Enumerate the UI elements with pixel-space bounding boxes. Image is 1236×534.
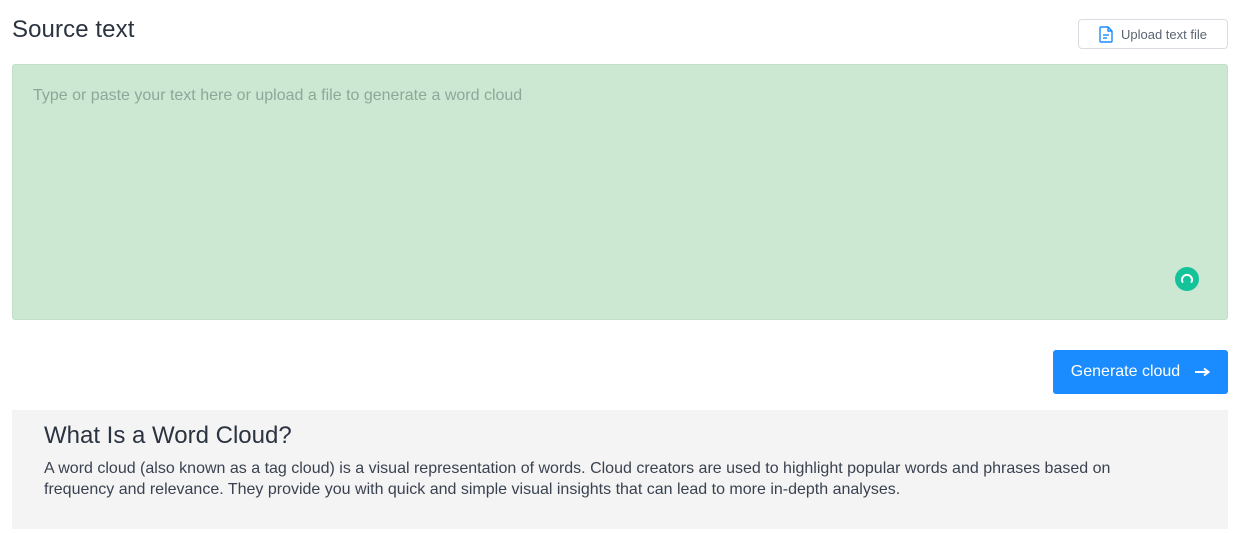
arrow-right-icon [1194,365,1211,380]
source-header: Source text Upload text file [12,14,1228,50]
document-icon [1099,25,1113,43]
info-body: A word cloud (also known as a tag cloud)… [44,460,1111,498]
word-cloud-info-panel: What Is a Word Cloud? A word cloud (also… [12,410,1228,529]
generate-label: Generate cloud [1070,363,1181,380]
upload-label: Upload text file [1121,26,1207,42]
info-title: What Is a Word Cloud? [44,422,292,449]
grammar-assistant-icon[interactable] [1175,267,1199,291]
source-text-input[interactable] [13,65,1227,319]
generate-cloud-button[interactable]: Generate cloud [1053,350,1228,394]
source-text-container [12,64,1228,320]
upload-text-file-button[interactable]: Upload text file [1078,19,1228,49]
section-title: Source text [12,16,135,43]
